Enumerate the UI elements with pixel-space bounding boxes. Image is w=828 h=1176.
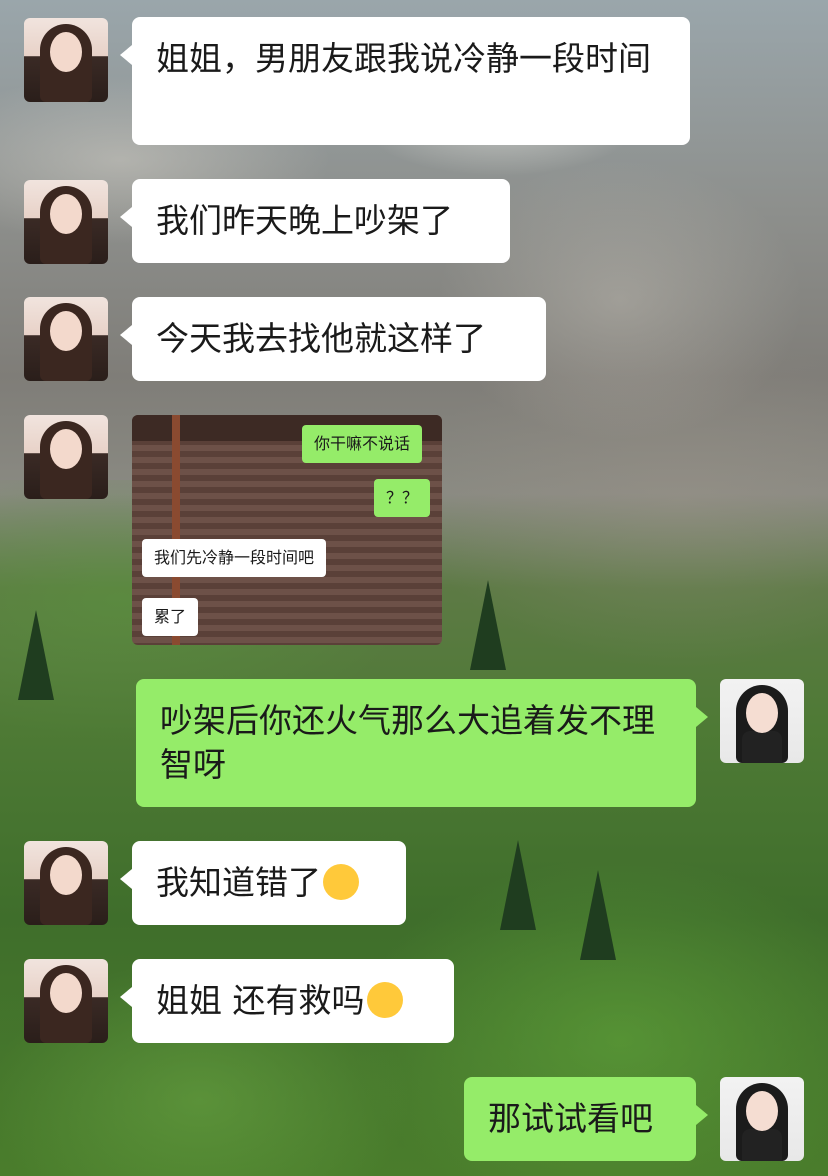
contact-avatar[interactable] (24, 415, 108, 499)
screenshot-bubble-outgoing: ？？ (374, 479, 431, 517)
my-avatar[interactable] (720, 679, 804, 763)
background-tree (18, 610, 54, 700)
avatar-outfit (742, 1129, 782, 1161)
avatar-face (50, 973, 82, 1013)
message-bubble-outgoing[interactable]: 吵架后你还火气那么大追着发不理智呀 (136, 679, 708, 807)
screenshot-bubble-incoming: 我们先冷静一段时间吧 (142, 539, 327, 577)
message-bubble-incoming[interactable]: 姐姐 还有救吗 (120, 959, 454, 1043)
avatar-face (50, 429, 82, 469)
contact-avatar[interactable] (24, 180, 108, 264)
message-bubble-incoming[interactable]: 我们昨天晚上吵架了 (120, 179, 510, 263)
message-bubble-incoming[interactable]: 我知道错了 (120, 841, 406, 925)
avatar-face (50, 311, 82, 351)
background-tree (500, 840, 536, 930)
avatar-face (50, 855, 82, 895)
avatar-face (50, 194, 82, 234)
image-message-screenshot[interactable]: 你干嘛不说话 ？？ 我们先冷静一段时间吧 累了 (132, 415, 442, 645)
message-text: 姐姐 还有救吗 (156, 981, 365, 1020)
avatar-outfit (742, 731, 782, 763)
background-tree (580, 870, 616, 960)
pleading-face-icon (366, 982, 403, 1018)
message-text: 我知道错了 (156, 863, 321, 902)
contact-avatar[interactable] (24, 297, 108, 381)
avatar-face (746, 1091, 778, 1131)
background-tree (470, 580, 506, 670)
contact-avatar[interactable] (24, 841, 108, 925)
screenshot-bubble-incoming: 累了 (142, 598, 199, 636)
crying-face-icon (323, 864, 359, 900)
contact-avatar[interactable] (24, 959, 108, 1043)
avatar-face (746, 693, 778, 733)
avatar-face (50, 32, 82, 72)
message-bubble-outgoing[interactable]: 那试试看吧 (464, 1077, 708, 1161)
message-bubble-incoming[interactable]: 今天我去找他就这样了 (120, 297, 546, 381)
screenshot-bubble-outgoing: 你干嘛不说话 (302, 425, 423, 463)
my-avatar[interactable] (720, 1077, 804, 1161)
message-bubble-incoming[interactable]: 姐姐，男朋友跟我说冷静一段时间 (120, 17, 690, 145)
contact-avatar[interactable] (24, 18, 108, 102)
